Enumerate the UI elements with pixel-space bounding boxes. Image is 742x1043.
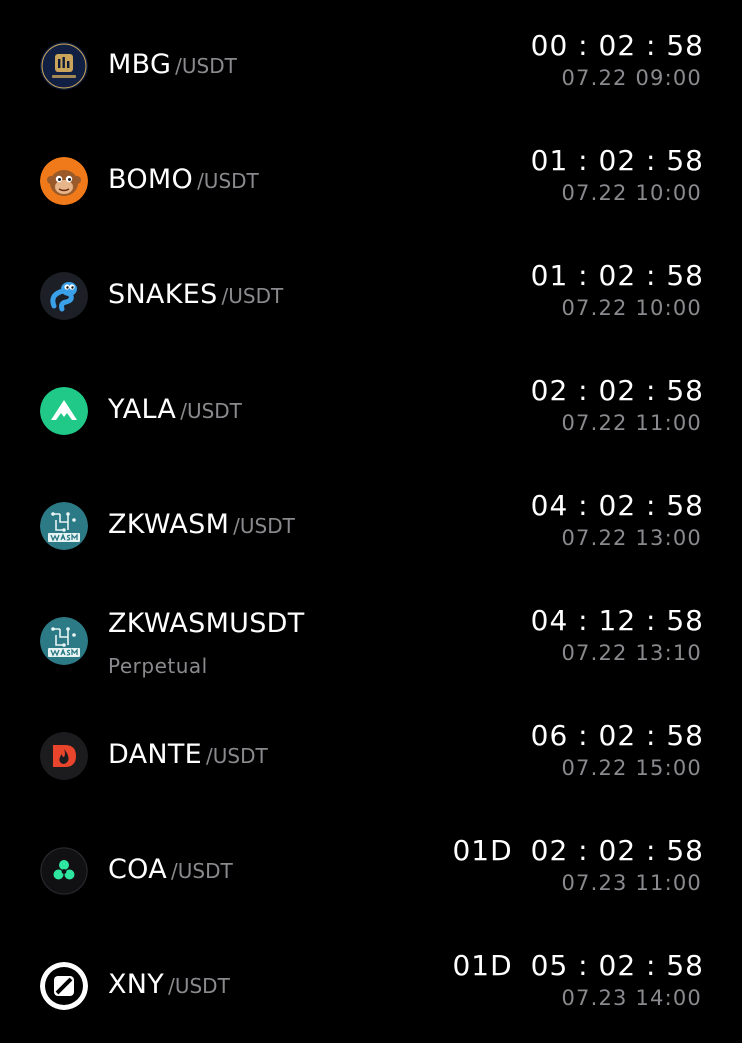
zkwasm-icon <box>40 617 88 665</box>
days-remaining: 01D <box>452 949 513 982</box>
pair-name: ZKWASM/USDT <box>108 509 295 540</box>
pair-name: COA/USDT <box>108 854 233 885</box>
countdown-timer: 02 : 02 : 58 <box>530 374 704 407</box>
zkwasm-icon <box>40 502 88 550</box>
launch-date: 07.22 15:00 <box>561 756 702 780</box>
countdown-timer: 06 : 02 : 58 <box>530 719 704 752</box>
launch-date: 07.22 09:00 <box>561 66 702 90</box>
symbol-label: MBG <box>108 49 172 80</box>
pair-name: ZKWASMUSDT <box>108 608 305 639</box>
quote-label: /USDT <box>171 859 233 883</box>
list-item[interactable]: XNY/USDT 01D 05 : 02 : 58 07.23 14:00 <box>0 928 742 1043</box>
launch-date: 07.23 11:00 <box>561 871 702 895</box>
countdown-timer: 01 : 02 : 58 <box>530 144 704 177</box>
mbg-token-icon <box>40 42 88 90</box>
symbol-label: SNAKES <box>108 279 218 310</box>
symbol-label: ZKWASM <box>108 509 230 540</box>
pair-name: YALA/USDT <box>108 394 242 425</box>
countdown-timer: 04 : 02 : 58 <box>530 489 704 522</box>
dante-flame-icon <box>40 732 88 780</box>
quote-label: /USDT <box>233 514 295 538</box>
bomo-monkey-icon <box>40 157 88 205</box>
symbol-label: COA <box>108 854 168 885</box>
launch-date: 07.23 14:00 <box>561 986 702 1010</box>
symbol-label: ZKWASMUSDT <box>108 608 305 639</box>
quote-label: /USDT <box>221 284 284 308</box>
countdown-timer: 01D 02 : 02 : 58 <box>452 834 704 867</box>
list-item[interactable]: BOMO/USDT 01 : 02 : 58 07.22 10:00 <box>0 123 742 238</box>
quote-label: /USDT <box>168 974 230 998</box>
symbol-label: DANTE <box>108 739 203 770</box>
pair-name: DANTE/USDT <box>108 739 268 770</box>
countdown-timer: 01 : 02 : 58 <box>530 259 704 292</box>
symbol-label: YALA <box>108 394 177 425</box>
launch-date: 07.22 10:00 <box>561 181 702 205</box>
list-item[interactable]: ZKWASMUSDT Perpetual 04 : 12 : 58 07.22 … <box>0 583 742 698</box>
list-item[interactable]: SNAKES/USDT 01 : 02 : 58 07.22 10:00 <box>0 238 742 353</box>
list-item[interactable]: ZKWASM/USDT 04 : 02 : 58 07.22 13:00 <box>0 468 742 583</box>
countdown-timer: 00 : 02 : 58 <box>530 29 704 62</box>
countdown-timer: 04 : 12 : 58 <box>530 604 704 637</box>
yala-mountain-icon <box>40 387 88 435</box>
list-item[interactable]: DANTE/USDT 06 : 02 : 58 07.22 15:00 <box>0 698 742 813</box>
quote-label: /USDT <box>175 54 237 78</box>
quote-label: /USDT <box>197 169 259 193</box>
list-item[interactable]: COA/USDT 01D 02 : 02 : 58 07.23 11:00 <box>0 813 742 928</box>
pair-name: SNAKES/USDT <box>108 279 283 310</box>
launch-date: 07.22 13:10 <box>561 641 702 665</box>
quote-label: /USDT <box>206 744 268 768</box>
pair-name: XNY/USDT <box>108 969 230 1000</box>
xny-icon <box>40 962 88 1010</box>
launch-date: 07.22 13:00 <box>561 526 702 550</box>
snakes-icon <box>40 272 88 320</box>
list-item[interactable]: MBG/USDT 00 : 02 : 58 07.22 09:00 <box>0 8 742 123</box>
symbol-label: XNY <box>108 969 165 1000</box>
pair-name: BOMO/USDT <box>108 164 259 195</box>
pair-name: MBG/USDT <box>108 49 237 80</box>
countdown-timer: 01D 05 : 02 : 58 <box>452 949 704 982</box>
coa-icon <box>40 847 88 895</box>
quote-label: /USDT <box>180 399 242 423</box>
days-remaining: 01D <box>452 834 513 867</box>
contract-type-label: Perpetual <box>108 654 208 678</box>
launch-date: 07.22 11:00 <box>561 411 702 435</box>
launch-date: 07.22 10:00 <box>561 296 702 320</box>
symbol-label: BOMO <box>108 164 194 195</box>
list-item[interactable]: YALA/USDT 02 : 02 : 58 07.22 11:00 <box>0 353 742 468</box>
